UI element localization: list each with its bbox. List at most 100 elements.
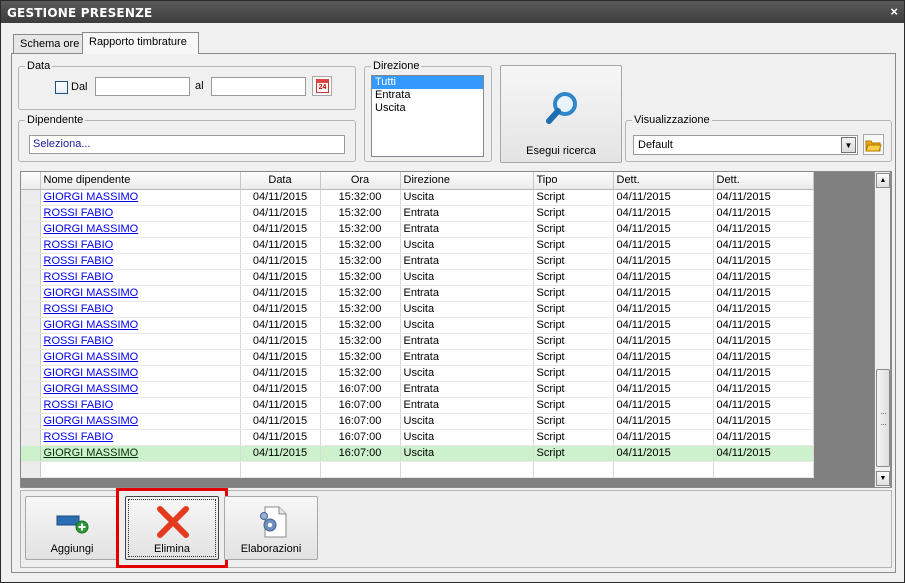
cell-nome-dipendente[interactable]: GIORGI MASSIMO — [40, 381, 241, 398]
column-header-ora[interactable]: Ora — [320, 172, 401, 190]
dal-label: Dal — [71, 81, 88, 93]
grip-icon — [881, 413, 886, 425]
dal-checkbox[interactable] — [55, 81, 68, 94]
scroll-up-icon[interactable]: ▲ — [876, 173, 890, 188]
cell-nome-dipendente[interactable]: ROSSI FABIO — [40, 237, 241, 254]
table-row[interactable]: GIORGI MASSIMO 04/11/2015 16:07:00 Entrata S… — [21, 381, 814, 398]
cell-nome-dipendente[interactable]: ROSSI FABIO — [40, 269, 241, 286]
table-row[interactable]: ROSSI FABIO 04/11/2015 15:32:00 Uscita Scrip… — [21, 269, 814, 286]
table-row[interactable]: ROSSI FABIO 04/11/2015 15:32:00 Entrata Scri… — [21, 205, 814, 222]
direzione-listbox[interactable]: Tutti Entrata Uscita — [371, 75, 484, 157]
calendar-button[interactable]: 24 — [312, 76, 332, 96]
table-row[interactable]: ROSSI FABIO 04/11/2015 15:32:00 Uscita Scrip… — [21, 237, 814, 254]
row-selector[interactable] — [21, 221, 41, 238]
cell-dett-2: 04/11/2015 — [713, 365, 814, 382]
table-row[interactable]: GIORGI MASSIMO 04/11/2015 16:07:00 Uscita Sc… — [21, 445, 814, 462]
cell-dett-1: 04/11/2015 — [613, 429, 714, 446]
cell-nome-dipendente[interactable]: ROSSI FABIO — [40, 429, 241, 446]
row-selector[interactable] — [21, 205, 41, 222]
esegui-ricerca-label: Esegui ricerca — [526, 145, 596, 157]
cell-dett-2: 04/11/2015 — [713, 381, 814, 398]
table-row[interactable]: GIORGI MASSIMO 04/11/2015 15:32:00 Uscita Sc… — [21, 365, 814, 382]
cell-dett-1: 04/11/2015 — [613, 349, 714, 366]
empty-cell — [40, 461, 241, 478]
tab-schema-ore[interactable]: Schema ore — [13, 34, 83, 53]
dipendente-field[interactable]: Seleziona... — [29, 135, 345, 154]
cell-data: 04/11/2015 — [240, 445, 321, 462]
row-selector[interactable] — [21, 445, 41, 462]
chevron-down-icon[interactable]: ▼ — [841, 137, 856, 153]
cell-data: 04/11/2015 — [240, 381, 321, 398]
cell-nome-dipendente[interactable]: ROSSI FABIO — [40, 397, 241, 414]
table-row[interactable]: ROSSI FABIO 04/11/2015 15:32:00 Entrata Scri… — [21, 253, 814, 270]
direzione-option-uscita[interactable]: Uscita — [372, 102, 483, 115]
cell-data: 04/11/2015 — [240, 413, 321, 430]
column-header-nome[interactable]: Nome dipendente — [40, 172, 241, 190]
table-row[interactable]: GIORGI MASSIMO 04/11/2015 15:32:00 Entrata S… — [21, 349, 814, 366]
row-selector[interactable] — [21, 429, 41, 446]
row-selector[interactable] — [21, 285, 41, 302]
table-row[interactable]: GIORGI MASSIMO 04/11/2015 15:32:00 Entrata S… — [21, 221, 814, 238]
cell-nome-dipendente[interactable]: GIORGI MASSIMO — [40, 349, 241, 366]
direzione-option-tutti[interactable]: Tutti — [372, 76, 483, 89]
al-date-field[interactable] — [211, 77, 306, 96]
empty-cell — [400, 461, 534, 478]
cell-nome-dipendente[interactable]: GIORGI MASSIMO — [40, 317, 241, 334]
column-header-tipo[interactable]: Tipo — [533, 172, 614, 190]
row-selector[interactable] — [21, 365, 41, 382]
cell-nome-dipendente[interactable]: GIORGI MASSIMO — [40, 285, 241, 302]
direzione-option-entrata[interactable]: Entrata — [372, 89, 483, 102]
table-row[interactable]: GIORGI MASSIMO 04/11/2015 15:32:00 Uscita Sc… — [21, 317, 814, 334]
dal-date-field[interactable] — [95, 77, 190, 96]
row-selector[interactable] — [21, 349, 41, 366]
cell-ora: 15:32:00 — [320, 317, 401, 334]
cell-nome-dipendente[interactable]: GIORGI MASSIMO — [40, 413, 241, 430]
cell-nome-dipendente[interactable]: GIORGI MASSIMO — [40, 445, 241, 462]
column-header-dett-2[interactable]: Dett. — [713, 172, 814, 190]
row-selector[interactable] — [21, 381, 41, 398]
row-selector[interactable] — [21, 333, 41, 350]
cell-data: 04/11/2015 — [240, 285, 321, 302]
cell-tipo: Script — [533, 413, 614, 430]
cell-nome-dipendente[interactable]: GIORGI MASSIMO — [40, 365, 241, 382]
cell-nome-dipendente[interactable]: GIORGI MASSIMO — [40, 189, 241, 206]
elaborazioni-button[interactable]: Elaborazioni — [224, 496, 318, 560]
visualizzazione-dropdown[interactable]: Default ▼ — [633, 135, 858, 155]
grid-vertical-scrollbar[interactable]: ▲ ▼ — [874, 171, 891, 488]
cell-direzione: Uscita — [400, 317, 534, 334]
table-row[interactable]: ROSSI FABIO 04/11/2015 15:32:00 Entrata Scri… — [21, 333, 814, 350]
table-row[interactable]: ROSSI FABIO 04/11/2015 16:07:00 Uscita Scrip… — [21, 429, 814, 446]
table-row[interactable]: GIORGI MASSIMO 04/11/2015 15:32:00 Uscita Sc… — [21, 189, 814, 206]
table-row[interactable]: ROSSI FABIO 04/11/2015 15:32:00 Uscita Scrip… — [21, 301, 814, 318]
cell-direzione: Uscita — [400, 237, 534, 254]
scroll-thumb[interactable] — [876, 369, 890, 467]
add-item-icon — [56, 515, 89, 534]
esegui-ricerca-button[interactable]: Esegui ricerca — [500, 65, 622, 163]
cell-nome-dipendente[interactable]: GIORGI MASSIMO — [40, 221, 241, 238]
table-row[interactable]: ROSSI FABIO 04/11/2015 16:07:00 Entrata Scri… — [21, 397, 814, 414]
cell-nome-dipendente[interactable]: ROSSI FABIO — [40, 301, 241, 318]
tab-rapporto-timbrature[interactable]: Rapporto timbrature — [82, 32, 199, 54]
cell-nome-dipendente[interactable]: ROSSI FABIO — [40, 253, 241, 270]
aggiungi-button[interactable]: Aggiungi — [25, 496, 119, 560]
column-header-data[interactable]: Data — [240, 172, 321, 190]
row-selector[interactable] — [21, 189, 41, 206]
open-folder-button[interactable] — [863, 134, 884, 155]
close-icon[interactable]: × — [890, 4, 898, 19]
row-selector[interactable] — [21, 253, 41, 270]
scroll-down-icon[interactable]: ▼ — [876, 471, 890, 486]
cell-ora: 15:32:00 — [320, 221, 401, 238]
cell-nome-dipendente[interactable]: ROSSI FABIO — [40, 333, 241, 350]
column-header-direzione[interactable]: Direzione — [400, 172, 534, 190]
cell-nome-dipendente[interactable]: ROSSI FABIO — [40, 205, 241, 222]
row-selector[interactable] — [21, 317, 41, 334]
row-selector[interactable] — [21, 237, 41, 254]
row-selector[interactable] — [21, 269, 41, 286]
row-selector[interactable] — [21, 413, 41, 430]
table-row[interactable]: GIORGI MASSIMO 04/11/2015 16:07:00 Uscita Sc… — [21, 413, 814, 430]
row-selector[interactable] — [21, 397, 41, 414]
cell-dett-1: 04/11/2015 — [613, 397, 714, 414]
table-row[interactable]: GIORGI MASSIMO 04/11/2015 15:32:00 Entrata S… — [21, 285, 814, 302]
column-header-dett-1[interactable]: Dett. — [613, 172, 714, 190]
row-selector[interactable] — [21, 301, 41, 318]
